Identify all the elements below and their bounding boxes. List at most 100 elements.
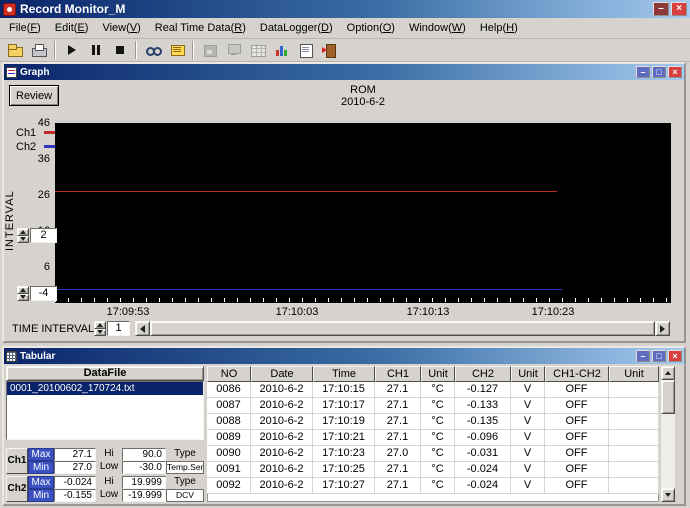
table-cell[interactable]: [609, 382, 659, 398]
tabular-titlebar[interactable]: Tabular – □ ×: [4, 348, 684, 364]
table-cell[interactable]: [609, 414, 659, 430]
table-cell[interactable]: -0.133: [455, 398, 511, 414]
table-cell[interactable]: 2010-6-2: [251, 398, 313, 414]
time-interval-spin-up[interactable]: [94, 321, 106, 329]
stat-hi-value[interactable]: 90.0: [122, 448, 166, 461]
table-cell[interactable]: V: [511, 398, 545, 414]
graph-minimize-button[interactable]: –: [636, 66, 650, 78]
table-cell[interactable]: 0087: [207, 398, 251, 414]
table-cell[interactable]: 27.1: [375, 462, 421, 478]
interval-spinner[interactable]: [17, 228, 29, 243]
table-cell[interactable]: [609, 398, 659, 414]
stat-hi-value[interactable]: 19.999: [122, 476, 166, 489]
table-cell[interactable]: °C: [421, 478, 455, 494]
table-cell[interactable]: °C: [421, 414, 455, 430]
table-cell[interactable]: 17:10:15: [313, 382, 375, 398]
table-cell[interactable]: V: [511, 414, 545, 430]
table-cell[interactable]: 17:10:23: [313, 446, 375, 462]
table-cell[interactable]: 2010-6-2: [251, 430, 313, 446]
table-cell[interactable]: 27.1: [375, 414, 421, 430]
table-cell[interactable]: 17:10:27: [313, 478, 375, 494]
table-cell[interactable]: 0091: [207, 462, 251, 478]
time-interval-field[interactable]: 1: [107, 321, 130, 336]
y-min-spin-down[interactable]: [17, 294, 29, 302]
table-cell[interactable]: [609, 478, 659, 494]
table-cell[interactable]: 0092: [207, 478, 251, 494]
interval-field[interactable]: 2: [30, 228, 57, 243]
table-cell[interactable]: OFF: [545, 430, 609, 446]
table-cell[interactable]: °C: [421, 398, 455, 414]
table-scroll-thumb[interactable]: [661, 380, 675, 414]
play-button[interactable]: [60, 40, 83, 60]
column-header[interactable]: Unit: [609, 366, 659, 382]
table-cell[interactable]: -0.135: [455, 414, 511, 430]
column-header[interactable]: NO: [207, 366, 251, 382]
y-min-spin-up[interactable]: [17, 286, 29, 294]
table-cell[interactable]: 27.1: [375, 398, 421, 414]
table-cell[interactable]: 2010-6-2: [251, 414, 313, 430]
exit-button[interactable]: [318, 40, 341, 60]
column-header[interactable]: Date: [251, 366, 313, 382]
table-cell[interactable]: V: [511, 430, 545, 446]
table-cell[interactable]: -0.024: [455, 478, 511, 494]
table-cell[interactable]: -0.031: [455, 446, 511, 462]
time-interval-spinner[interactable]: [94, 321, 106, 336]
column-header[interactable]: CH2: [455, 366, 511, 382]
pause-button[interactable]: [84, 40, 107, 60]
table-cell[interactable]: °C: [421, 462, 455, 478]
tabular-minimize-button[interactable]: –: [636, 350, 650, 362]
table-cell[interactable]: 17:10:17: [313, 398, 375, 414]
table-cell[interactable]: OFF: [545, 446, 609, 462]
stat-low-value[interactable]: -19.999: [122, 489, 166, 502]
print-button[interactable]: [27, 40, 50, 60]
review-button[interactable]: Review: [9, 85, 59, 106]
meter-button[interactable]: [165, 40, 188, 60]
graph-titlebar[interactable]: Graph – □ ×: [4, 64, 684, 80]
table-cell[interactable]: 0088: [207, 414, 251, 430]
table-cell[interactable]: -0.127: [455, 382, 511, 398]
stat-type-value[interactable]: DCV: [166, 489, 204, 502]
table-cell[interactable]: 17:10:19: [313, 414, 375, 430]
column-header[interactable]: Unit: [511, 366, 545, 382]
tabular-maximize-button[interactable]: □: [652, 350, 666, 362]
table-cell[interactable]: 2010-6-2: [251, 462, 313, 478]
table-cell[interactable]: 0089: [207, 430, 251, 446]
menu-item-help[interactable]: Help(H): [473, 20, 525, 36]
table-cell[interactable]: [609, 446, 659, 462]
stat-type-value[interactable]: Temp.Sensor: [166, 461, 204, 474]
open-button[interactable]: [3, 40, 26, 60]
column-header[interactable]: CH1: [375, 366, 421, 382]
table-cell[interactable]: V: [511, 382, 545, 398]
tabular-close-button[interactable]: ×: [668, 350, 682, 362]
table-cell[interactable]: °C: [421, 446, 455, 462]
close-button[interactable]: ×: [671, 2, 687, 16]
column-header[interactable]: Unit: [421, 366, 455, 382]
datafile-list[interactable]: 0001_20100602_170724.txt: [6, 381, 204, 440]
table-vertical-scrollbar[interactable]: [661, 366, 675, 502]
table-cell[interactable]: °C: [421, 430, 455, 446]
graph-close-button[interactable]: ×: [668, 66, 682, 78]
datafile-header[interactable]: DataFile: [6, 366, 204, 381]
table-cell[interactable]: -0.024: [455, 462, 511, 478]
stop-button[interactable]: [108, 40, 131, 60]
table-cell[interactable]: V: [511, 446, 545, 462]
table-cell[interactable]: °C: [421, 382, 455, 398]
menu-item-option[interactable]: Option(O): [340, 20, 402, 36]
graph-maximize-button[interactable]: □: [652, 66, 666, 78]
table-cell[interactable]: [609, 462, 659, 478]
column-header[interactable]: Time: [313, 366, 375, 382]
table-cell[interactable]: 27.1: [375, 382, 421, 398]
table-cell[interactable]: -0.096: [455, 430, 511, 446]
menu-item-window[interactable]: Window(W): [402, 20, 473, 36]
table-cell[interactable]: 0086: [207, 382, 251, 398]
menu-item-view[interactable]: View(V): [95, 20, 147, 36]
table-cell[interactable]: 17:10:21: [313, 430, 375, 446]
table-cell[interactable]: 2010-6-2: [251, 446, 313, 462]
table-cell[interactable]: 27.1: [375, 430, 421, 446]
menu-item-file[interactable]: File(F): [2, 20, 48, 36]
table-cell[interactable]: 2010-6-2: [251, 382, 313, 398]
scroll-thumb[interactable]: [150, 321, 655, 336]
table-cell[interactable]: OFF: [545, 414, 609, 430]
search-button[interactable]: [141, 40, 164, 60]
minimize-button[interactable]: –: [653, 2, 669, 16]
